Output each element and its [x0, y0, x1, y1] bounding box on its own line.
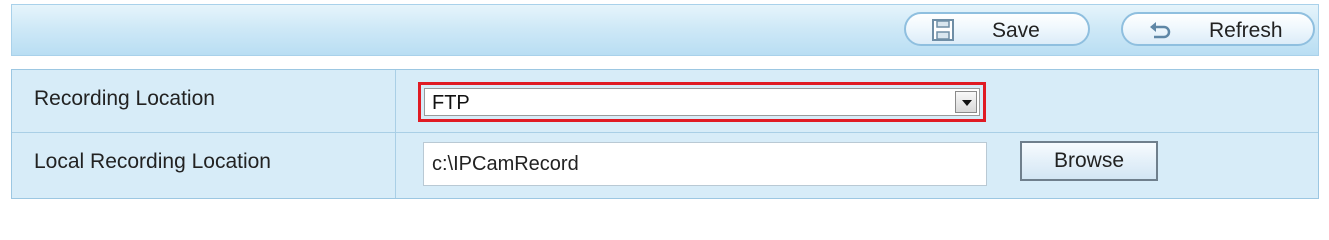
refresh-arrow-icon [1150, 22, 1171, 39]
refresh-button[interactable]: Refresh [1121, 12, 1315, 46]
browse-button[interactable]: Browse [1020, 141, 1158, 181]
recording-location-label-cell: Recording Location [12, 70, 396, 132]
local-recording-location-label-cell: Local Recording Location [12, 133, 396, 198]
recording-settings-form: Recording Location FTP Local Recording L… [11, 69, 1319, 199]
floppy-disk-icon [932, 19, 954, 41]
toolbar: Save Refresh [11, 4, 1319, 56]
local-recording-location-label: Local Recording Location [34, 150, 271, 173]
refresh-button-label: Refresh [1209, 19, 1283, 42]
local-recording-path-input[interactable] [423, 142, 987, 186]
save-button[interactable]: Save [904, 12, 1090, 46]
recording-location-selected-value: FTP [432, 92, 470, 114]
recording-location-highlight: FTP [418, 82, 986, 122]
chevron-down-icon[interactable] [955, 91, 977, 113]
local-recording-location-row: Local Recording Location Browse [12, 133, 1318, 198]
recording-location-label: Recording Location [34, 87, 215, 110]
recording-location-row: Recording Location FTP [12, 70, 1318, 133]
recording-location-select[interactable]: FTP [424, 88, 980, 116]
save-button-label: Save [992, 19, 1040, 42]
